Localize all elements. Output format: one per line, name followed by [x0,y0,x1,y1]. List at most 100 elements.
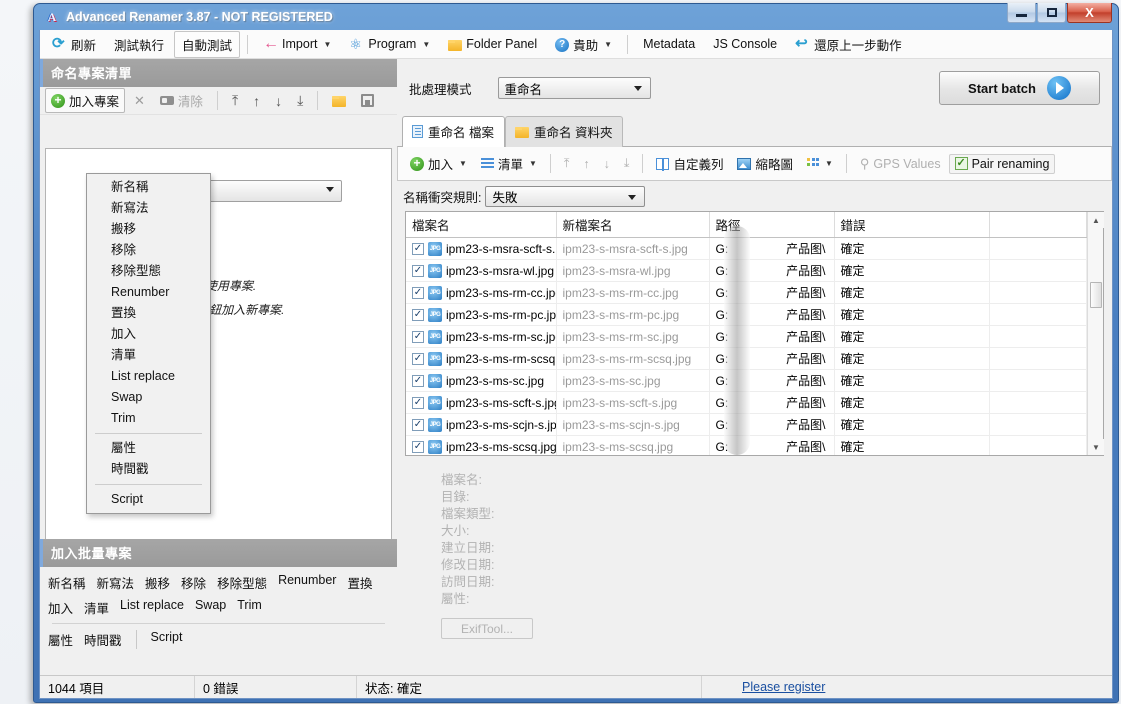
menu-item-new-name[interactable]: 新名稱 [87,177,210,198]
move-up-button[interactable]: ↑ [247,91,266,111]
menu-item-list[interactable]: 清單 [87,345,210,366]
toolbar-js-console[interactable]: JS Console [705,33,785,55]
row-checkbox[interactable]: ✓ [412,440,424,453]
custom-columns-button[interactable]: 自定義列 [650,151,729,176]
menu-item-renumber[interactable]: Renumber [87,282,210,303]
batch-link-attributes[interactable]: 屬性 [48,630,73,649]
menu-item-list-replace[interactable]: List replace [87,366,210,387]
toolbar-program[interactable]: Program ▼ [341,33,438,56]
column-header-path[interactable]: 路徑 [709,212,835,238]
cell-filename[interactable]: ✓ JPG ipm23-s-msra-scft-s... [406,237,557,260]
cell-filename[interactable]: ✓ JPG ipm23-s-msra-wl.jpg [406,259,557,282]
row-checkbox[interactable]: ✓ [412,242,424,255]
file-move-up-button[interactable]: ↑ [577,154,595,174]
delete-project-button[interactable]: ✕ [128,90,151,112]
table-row[interactable]: ✓ JPG ipm23-s-ms-scft-s.jpg ipm23-s-ms-scft… [406,391,1087,414]
row-checkbox[interactable]: ✓ [412,418,424,431]
conflict-rule-select[interactable]: 失敗 [485,186,646,207]
batch-link-remove-pattern[interactable]: 移除型態 [217,573,267,592]
menu-item-add[interactable]: 加入 [87,324,210,345]
column-header-error[interactable]: 錯誤 [834,212,990,238]
menu-item-move[interactable]: 搬移 [87,219,210,240]
toolbar-import[interactable]: Import ▼ [255,33,339,56]
row-checkbox[interactable]: ✓ [412,286,424,299]
tab-rename-folders[interactable]: 重命名 資料夾 [504,116,624,147]
table-row[interactable]: ✓ JPG ipm23-s-ms-rm-cc.jpg ipm23-s-ms-rm-cc… [406,281,1087,304]
menu-item-trim[interactable]: Trim [87,408,210,429]
file-list-button[interactable]: 清單 ▼ [475,151,543,176]
table-row[interactable]: ✓ JPG ipm23-s-ms-rm-pc.jpg ipm23-s-ms-rm-pc… [406,303,1087,326]
toolbar-folder-panel[interactable]: Folder Panel [440,33,545,55]
cell-filename[interactable]: ✓ JPG ipm23-s-ms-rm-pc.jpg [406,303,557,326]
menu-item-script[interactable]: Script [87,489,210,510]
add-project-button[interactable]: + 加入專案 [45,88,126,113]
exiftool-button[interactable]: ExifTool... [441,618,533,639]
add-project-dropdown-menu[interactable]: 新名稱 新寫法 搬移 移除 移除型態 Renumber 置換 加入 清單 Lis… [86,173,211,514]
scrollbar-thumb[interactable] [1090,282,1102,308]
column-header-filename[interactable]: 檔案名 [406,212,557,238]
toolbar-undo[interactable]: 還原上一步動作 [787,31,910,58]
column-header-newname[interactable]: 新檔案名 [556,212,710,238]
open-project-button[interactable] [326,91,352,110]
minimize-button[interactable] [1007,3,1036,23]
batch-link-script[interactable]: Script [151,630,183,649]
tab-rename-files[interactable]: 重命名 檔案 [402,116,505,147]
table-row[interactable]: ✓ JPG ipm23-s-ms-rm-scsq... ipm23-s-ms-rm-s… [406,347,1087,370]
batch-link-new-case[interactable]: 新寫法 [97,573,135,592]
menu-item-attributes[interactable]: 屬性 [87,438,210,459]
save-project-button[interactable] [355,91,380,110]
cell-filename[interactable]: ✓ JPG ipm23-s-ms-scsq.jpg [406,435,557,455]
batch-link-swap[interactable]: Swap [195,598,226,617]
start-batch-button[interactable]: Start batch [939,71,1100,105]
pair-renaming-toggle[interactable]: ✓ Pair renaming [948,153,1056,174]
register-link[interactable]: Please register [742,680,825,694]
toolbar-test-run[interactable]: 測試執行 [106,31,172,58]
batch-link-timestamp[interactable]: 時間戳 [84,630,122,649]
view-mode-button[interactable]: ▼ [801,155,839,173]
gps-values-button[interactable]: ⚲ GPS Values [854,153,947,175]
file-move-top-button[interactable]: ⤒ [558,153,576,174]
thumbnails-button[interactable]: 縮略圖 [731,151,799,176]
move-bottom-button[interactable]: ⤓ [291,90,309,111]
toolbar-help[interactable]: ? 貴助 ▼ [547,31,620,58]
table-row[interactable]: ✓ JPG ipm23-s-ms-scsq.jpg ipm23-s-ms-scsq.j… [406,435,1087,455]
menu-item-swap[interactable]: Swap [87,387,210,408]
toolbar-refresh[interactable]: 刷新 [44,31,104,58]
batch-mode-select[interactable]: 重命名 [497,77,651,99]
table-row[interactable]: ✓ JPG ipm23-s-ms-scjn-s.jpg ipm23-s-ms-scjn… [406,413,1087,436]
batch-link-replace[interactable]: 置換 [347,573,372,592]
move-down-button[interactable]: ↓ [269,91,288,111]
row-checkbox[interactable]: ✓ [412,330,424,343]
menu-item-remove-pattern[interactable]: 移除型態 [87,261,210,282]
file-move-bottom-button[interactable]: ⤓ [618,153,636,174]
cell-filename[interactable]: ✓ JPG ipm23-s-ms-scjn-s.jpg [406,413,557,436]
table-row[interactable]: ✓ JPG ipm23-s-ms-sc.jpg ipm23-s-ms-sc.jpg G:… [406,369,1087,392]
batch-link-new-name[interactable]: 新名稱 [48,573,86,592]
menu-item-timestamp[interactable]: 時間戳 [87,459,210,480]
toolbar-auto-test[interactable]: 自動測試 [174,30,241,58]
menu-item-remove[interactable]: 移除 [87,240,210,261]
row-checkbox[interactable]: ✓ [412,374,424,387]
scroll-down-arrow-icon[interactable]: ▼ [1088,439,1104,455]
batch-link-remove[interactable]: 移除 [181,573,206,592]
menu-item-new-case[interactable]: 新寫法 [87,198,210,219]
file-table-scrollbar[interactable]: ▲ ▼ [1087,212,1104,455]
file-move-down-button[interactable]: ↓ [598,154,616,174]
menu-item-replace[interactable]: 置換 [87,303,210,324]
cell-filename[interactable]: ✓ JPG ipm23-s-ms-rm-sc.jpg [406,325,557,348]
column-header-extra[interactable] [989,212,1087,238]
close-button[interactable]: X [1067,3,1112,23]
batch-link-add[interactable]: 加入 [48,598,73,617]
cell-filename[interactable]: ✓ JPG ipm23-s-ms-rm-cc.jpg [406,281,557,304]
toolbar-metadata[interactable]: Metadata [635,33,703,55]
batch-link-list[interactable]: 清單 [84,598,109,617]
table-row[interactable]: ✓ JPG ipm23-s-ms-rm-sc.jpg ipm23-s-ms-rm-sc… [406,325,1087,348]
batch-link-renumber[interactable]: Renumber [278,573,336,592]
cell-filename[interactable]: ✓ JPG ipm23-s-ms-rm-scsq... [406,347,557,370]
batch-link-list-replace[interactable]: List replace [120,598,184,617]
clear-projects-button[interactable]: 清除 [154,88,209,113]
table-row[interactable]: ✓ JPG ipm23-s-msra-wl.jpg ipm23-s-msra-wl.j… [406,259,1087,282]
maximize-button[interactable] [1037,3,1066,23]
cell-filename[interactable]: ✓ JPG ipm23-s-ms-scft-s.jpg [406,391,557,414]
move-top-button[interactable]: ⤒ [226,90,244,111]
